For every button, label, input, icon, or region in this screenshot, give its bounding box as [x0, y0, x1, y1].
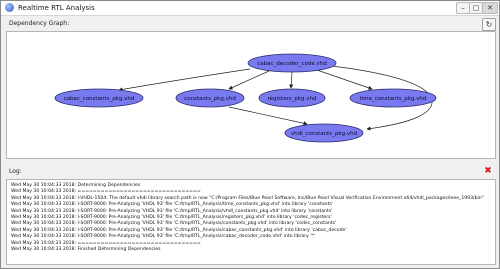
graph-node-registers-pkg[interactable]: registers_pkg.vhd: [258, 88, 326, 108]
log-label: Log:: [9, 168, 22, 175]
graph-node-constants-pkg[interactable]: constants_pkg.vhd: [175, 88, 245, 108]
maximize-button[interactable]: □: [469, 2, 483, 14]
graph-node-vhdl-constants-pkg[interactable]: vhdl_constants_pkg.vhd: [284, 123, 364, 143]
refresh-button[interactable]: ↻: [482, 18, 496, 31]
dependency-graph-canvas[interactable]: cabac_decoder_code.vhd cabac_constants_p…: [6, 31, 496, 159]
edge-decoder-to-constants: [228, 70, 270, 90]
svg-text:time_constants_pkg.vhd: time_constants_pkg.vhd: [360, 96, 427, 102]
svg-text:registers_pkg.vhd: registers_pkg.vhd: [268, 96, 317, 102]
minimize-button[interactable]: –: [456, 2, 470, 14]
svg-text:vhdl_constants_pkg.vhd: vhdl_constants_pkg.vhd: [291, 131, 357, 137]
edge-decoder-to-cabac-constants: [118, 68, 251, 92]
log-output[interactable]: Wed May 30 10:04:33 2018: Determining De…: [6, 179, 496, 265]
svg-text:cabac_constants_pkg.vhd: cabac_constants_pkg.vhd: [64, 96, 135, 102]
window-title: Realtime RTL Analysis: [18, 4, 95, 12]
graph-node-cabac-constants-pkg[interactable]: cabac_constants_pkg.vhd: [54, 88, 144, 108]
close-button[interactable]: ✕: [482, 2, 498, 14]
graph-node-cabac-decoder-code[interactable]: cabac_decoder_code.vhd: [247, 53, 337, 73]
log-line: Wed May 30 10:04:33 2018: Finished Deter…: [11, 247, 161, 253]
graph-node-time-constants-pkg[interactable]: time_constants_pkg.vhd: [349, 88, 437, 108]
app-window: Realtime RTL Analysis – □ ✕ Dependency G…: [0, 0, 500, 269]
edge-decoder-to-registers: [289, 71, 294, 89]
app-logo-icon: [5, 3, 14, 12]
title-bar[interactable]: Realtime RTL Analysis – □ ✕: [1, 1, 499, 16]
edge-constants-to-vhdl-constants: [228, 106, 308, 126]
dependency-graph-label: Dependency Graph:: [9, 20, 70, 27]
edge-decoder-to-time-constants: [316, 69, 373, 90]
clear-log-button[interactable]: ✖: [482, 166, 494, 177]
svg-text:constants_pkg.vhd: constants_pkg.vhd: [184, 96, 236, 102]
dependency-graph: cabac_decoder_code.vhd cabac_constants_p…: [54, 53, 437, 143]
svg-text:cabac_decoder_code.vhd: cabac_decoder_code.vhd: [257, 61, 326, 67]
